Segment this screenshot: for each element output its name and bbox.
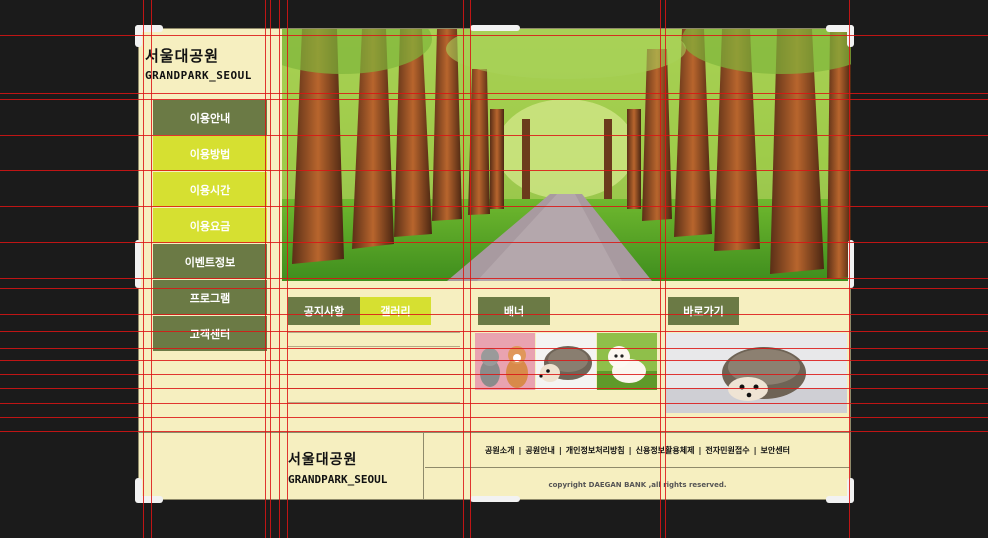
footer-link-civil-complaint[interactable]: 전자민원접수	[705, 445, 749, 456]
banner-image-hedgehog[interactable]	[536, 333, 596, 390]
link-separator: |	[558, 445, 562, 455]
link-separator: |	[753, 445, 757, 455]
banner-title: 배너	[478, 297, 550, 325]
resize-handle-bottom-left[interactable]	[135, 478, 142, 502]
hero-forest-path-image	[282, 29, 851, 281]
resize-handle-top-right[interactable]	[847, 25, 854, 47]
link-separator: |	[628, 445, 632, 455]
menu-item-how-to-use[interactable]: 이용방법	[153, 136, 267, 172]
footer-divider	[423, 433, 424, 500]
footer-link-security-center[interactable]: 보안센터	[761, 445, 790, 456]
banner-image-white-puppy[interactable]	[597, 333, 657, 390]
footer-link-privacy[interactable]: 개인정보처리방침	[566, 445, 625, 456]
footer-logo-english[interactable]: GRANDPARK_SEOUL	[288, 473, 387, 486]
banner-section: 배너	[468, 281, 660, 432]
resize-handle-left[interactable]	[135, 240, 141, 288]
tab-notice[interactable]: 공지사항	[288, 297, 360, 325]
menu-item-hours[interactable]: 이용시간	[153, 172, 267, 208]
logo-korean[interactable]: 서울대공원	[145, 45, 219, 66]
notice-row-divider	[288, 388, 460, 389]
notice-row-divider	[288, 402, 460, 403]
menu-item-events[interactable]: 이벤트정보	[153, 244, 267, 280]
puppies-image	[475, 333, 535, 390]
menu-item-programs[interactable]: 프로그램	[153, 280, 267, 316]
side-menu: 이용안내 이용방법 이용시간 이용요금 이벤트정보 프로그램 고객센터	[153, 100, 267, 352]
quick-link-title: 바로가기	[668, 297, 739, 325]
white-puppy-image	[597, 333, 657, 390]
footer-links: 공원소개 | 공원안내 | 개인정보처리방침 | 신용정보활용체제 | 전자민원접수 | …	[425, 433, 850, 468]
resize-handle-top-left[interactable]	[135, 25, 142, 47]
quick-link-section: 바로가기	[660, 281, 850, 432]
notice-section: 공지사항 갤러리	[282, 281, 467, 432]
logo-english[interactable]: GRANDPARK_SEOUL	[145, 69, 252, 82]
footer: 서울대공원 GRANDPARK_SEOUL 공원소개 | 공원안내 | 개인정보처리…	[139, 432, 850, 500]
hedgehog-image	[536, 333, 596, 390]
footer-logo-korean[interactable]: 서울대공원	[288, 449, 357, 469]
footer-link-park-intro[interactable]: 공원소개	[485, 445, 514, 456]
hedgehog-banner-image	[666, 333, 847, 413]
banner-image-puppies[interactable]	[475, 333, 535, 390]
resize-handle-right[interactable]	[848, 240, 854, 288]
link-separator: |	[518, 445, 522, 455]
sidebar: 서울대공원 GRANDPARK_SEOUL 이용안내 이용방법 이용시간 이용요…	[139, 29, 282, 432]
resize-handle-top[interactable]	[470, 25, 520, 31]
menu-item-customer-center[interactable]: 고객센터	[153, 316, 267, 352]
notice-row-divider	[288, 332, 460, 333]
notice-row-divider	[288, 374, 460, 375]
notice-row-divider	[288, 360, 460, 361]
menu-item-guide[interactable]: 이용안내	[153, 100, 267, 136]
page-frame: 서울대공원 GRANDPARK_SEOUL 이용안내 이용방법 이용시간 이용요…	[138, 28, 851, 500]
notice-row-divider	[288, 346, 460, 347]
footer-link-credit-info[interactable]: 신용정보활용체제	[636, 445, 695, 456]
footer-link-park-guide[interactable]: 공원안내	[525, 445, 554, 456]
resize-handle-bottom[interactable]	[470, 496, 520, 502]
link-separator: |	[698, 445, 702, 455]
resize-handle-bottom-right[interactable]	[847, 478, 854, 502]
quick-link-image[interactable]	[666, 333, 847, 413]
menu-item-fees[interactable]: 이용요금	[153, 208, 267, 244]
hero-image	[282, 29, 851, 281]
tab-gallery[interactable]: 갤러리	[360, 297, 431, 325]
